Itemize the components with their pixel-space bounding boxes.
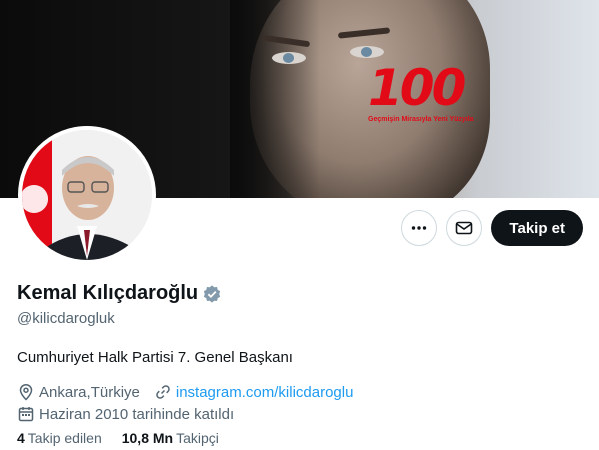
following-label: Takip edilen <box>27 430 102 446</box>
following-count: 4 <box>17 430 25 446</box>
followers-label: Takipçi <box>176 430 219 446</box>
followers-count: 10,8 Mn <box>121 430 174 446</box>
bio: Cumhuriyet Halk Partisi 7. Genel Başkanı <box>17 349 293 366</box>
location-pin-icon <box>19 384 33 401</box>
location-text: Ankara,Türkiye <box>39 383 140 401</box>
followers-stat[interactable]: 10,8 Mn Takipçi <box>122 430 219 446</box>
join-date: Haziran 2010 tarihinde katıldı <box>17 405 234 423</box>
more-horizontal-icon <box>412 226 427 230</box>
verified-badge-icon[interactable] <box>202 284 222 304</box>
follow-button[interactable]: Takip et <box>491 210 583 246</box>
display-name: Kemal Kılıçdaroğlu <box>17 282 199 304</box>
centennial-logo: 100 Geçmişin Mirasıyla Yeni Yüzyıla <box>368 62 493 128</box>
user-handle: @kilicdarogluk <box>17 310 115 327</box>
link-icon <box>156 385 170 399</box>
more-button[interactable] <box>401 210 438 246</box>
website: instagram.com/kilicdaroglu <box>154 383 354 401</box>
follow-stats: 4 Takip edilen 10,8 Mn Takipçi <box>17 430 219 446</box>
mail-icon <box>456 221 473 235</box>
message-button[interactable] <box>446 210 483 246</box>
join-date-text: Haziran 2010 tarihinde katıldı <box>39 405 235 423</box>
profile-info: Kemal Kılıçdaroğlu @kilicdarogluk Cumhur… <box>17 282 577 426</box>
centennial-logo-number: 100 <box>368 59 466 117</box>
profile-meta: Ankara,Türkiye instagram.com/kilicdarogl… <box>17 382 577 424</box>
website-link[interactable]: instagram.com/kilicdaroglu <box>176 384 354 401</box>
profile-actions: Takip et <box>401 210 583 246</box>
name-row: Kemal Kılıçdaroğlu <box>17 282 577 305</box>
avatar-photo <box>22 130 152 260</box>
following-stat[interactable]: 4 Takip edilen <box>17 430 102 446</box>
centennial-logo-tagline: Geçmişin Mirasıyla Yeni Yüzyıla <box>368 116 474 123</box>
location: Ankara,Türkiye <box>17 383 140 401</box>
calendar-icon <box>18 407 34 422</box>
avatar[interactable] <box>18 126 156 264</box>
